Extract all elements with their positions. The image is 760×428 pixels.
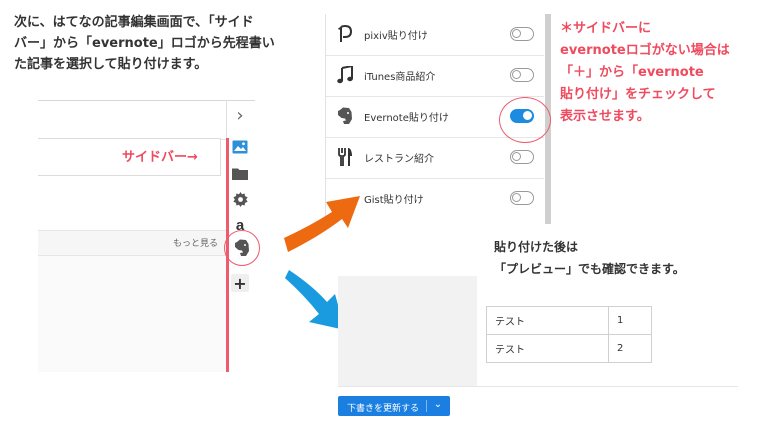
plugin-label: iTunes商品紹介 (364, 72, 436, 83)
table-cell: テスト (486, 334, 609, 363)
plugin-row-restaurant[interactable]: レストラン紹介 (326, 137, 544, 179)
restaurant-toggle[interactable] (510, 150, 534, 164)
editor-divider (226, 100, 227, 138)
plugin-row-itunes[interactable]: iTunes商品紹介 (326, 55, 544, 97)
chevron-down-icon[interactable]: ⌄ (431, 399, 445, 410)
editor-body[interactable] (38, 256, 226, 372)
gear-icon[interactable] (229, 188, 251, 210)
preview-table: テスト 1 テスト 2 (486, 306, 652, 363)
note-line-2: evernoteロゴがない場合は (560, 43, 730, 58)
table-row: テスト 2 (486, 334, 652, 363)
evernote-icon (334, 105, 356, 127)
table-row: テスト 1 (486, 306, 652, 335)
plugin-label: Gist貼り付け (364, 195, 424, 206)
note-line-1: ＊サイドバーに (560, 21, 652, 36)
note-line-3: 「＋」から「evernote (560, 65, 704, 80)
pixiv-toggle[interactable] (510, 27, 534, 41)
preview-image-area (338, 276, 477, 386)
table-cell: テスト (486, 306, 609, 335)
preview-divider (338, 386, 738, 387)
editor-toolbar-area (38, 101, 226, 140)
update-draft-button[interactable]: 下書きを更新する ⌄ (338, 396, 450, 416)
evernote-sidebar-icon[interactable] (224, 230, 260, 266)
collapse-chevron-icon[interactable]: › (229, 104, 251, 128)
folder-icon[interactable] (229, 162, 251, 184)
note-line-4: 貼り付け」をチェックして (560, 87, 716, 102)
note-line-5: 表示させます。 (560, 109, 650, 124)
gist-toggle[interactable] (510, 191, 534, 205)
instruction-line-3: た記事を選択して貼り付けます。 (14, 57, 208, 72)
itunes-toggle[interactable] (510, 68, 534, 82)
restaurant-icon (334, 146, 356, 168)
preview-note: 貼り付けた後は 「プレビュー」でも確認できます。 (494, 236, 754, 280)
preview-note-line-2: 「プレビュー」でも確認できます。 (494, 262, 685, 276)
instruction-line-1: 次に、はてなの記事編集画面で、「サイド (14, 15, 254, 30)
plugin-row-pixiv[interactable]: pixiv貼り付け (326, 14, 544, 56)
table-cell: 1 (608, 306, 652, 335)
instruction-line-2: バー」から「evernote」ロゴから先程書い (14, 36, 275, 51)
update-draft-label: 下書きを更新する (347, 404, 420, 414)
pixiv-icon (334, 23, 356, 45)
preview-note-line-1: 貼り付けた後は (494, 240, 579, 254)
missing-logo-note: ＊サイドバーに evernoteロゴがない場合は 「＋」から「evernote … (560, 18, 760, 128)
photo-icon[interactable] (229, 136, 251, 158)
sidebar-annotation: サイドバー→ (122, 150, 198, 165)
more-link[interactable]: もっと見る (173, 236, 218, 249)
plugin-label: Evernote貼り付け (364, 113, 449, 124)
toggle-highlight-circle (499, 97, 551, 143)
plugin-label: レストラン紹介 (364, 154, 434, 165)
orange-arrow-icon (284, 196, 360, 252)
instruction-text: 次に、はてなの記事編集画面で、「サイド バー」から「evernote」ロゴから先… (14, 12, 314, 75)
plugin-label: pixiv貼り付け (364, 31, 428, 42)
add-icon[interactable]: + (231, 274, 249, 293)
more-bar: もっと見る (38, 230, 226, 256)
music-note-icon (334, 64, 356, 86)
table-cell: 2 (608, 334, 652, 363)
button-separator (426, 400, 427, 412)
